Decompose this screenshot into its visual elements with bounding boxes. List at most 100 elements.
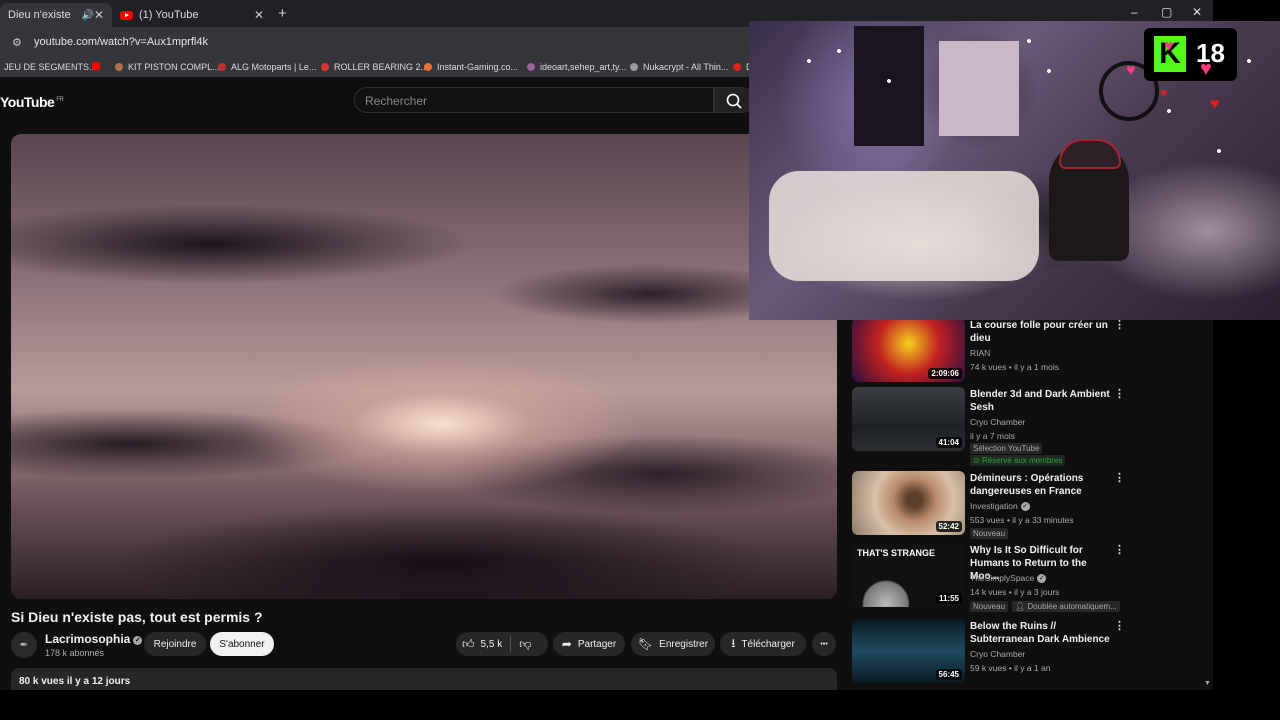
new-badge: Nouveau — [970, 601, 1009, 612]
close-window-button[interactable]: ✕ — [1192, 5, 1202, 19]
rec-meta: 59 k vues • il y a 1 an — [970, 663, 1051, 673]
rec-channel[interactable]: Investigation ✓ — [970, 501, 1030, 511]
rec-channel[interactable]: TheSimplySpace ✓ — [970, 573, 1047, 583]
bookmark-item[interactable]: Instant-Gaming.co... — [424, 62, 518, 72]
video-title: Si Dieu n'existe pas, tout est permis ? — [11, 609, 263, 625]
site-info-icon[interactable]: ⚙ — [12, 36, 22, 49]
more-options-icon[interactable]: ⋮ — [1114, 471, 1125, 484]
bookmark-favicon-icon — [424, 63, 432, 71]
more-options-icon[interactable]: ⋮ — [1114, 619, 1125, 632]
viewer-counter: K 18 — [1144, 28, 1237, 81]
rec-channel[interactable]: RIAN — [970, 348, 990, 358]
bookmark-item[interactable]: ROLLER BEARING 2... — [321, 62, 428, 72]
members-only-badge: ⊙ Réservé aux membres — [970, 455, 1066, 466]
more-actions-button[interactable]: ••• — [812, 632, 836, 656]
heart-icon: ♥ — [1164, 38, 1174, 55]
duration-badge: 52:42 — [935, 521, 962, 532]
rec-channel[interactable]: Cryo Chamber — [970, 417, 1025, 427]
rec-title[interactable]: Below the Ruins // Subterranean Dark Amb… — [970, 620, 1110, 646]
bookmark-item[interactable]: ideoart,sehep_art,ty... — [527, 62, 626, 72]
search-input[interactable]: Rechercher — [354, 87, 714, 113]
bookmark-favicon-icon — [527, 63, 535, 71]
bookmark-item[interactable]: JEU DE SEGMENTS... — [4, 62, 97, 72]
download-icon: ⭳ — [731, 635, 736, 650]
bookmark-favicon-icon — [630, 63, 638, 71]
join-button[interactable]: Rejoindre — [144, 632, 206, 656]
tab-title: (1) YouTube — [139, 9, 199, 21]
share-icon: ➦ — [561, 637, 572, 651]
youtube-bookmark-icon — [92, 62, 100, 70]
rec-meta: 553 vues • il y a 33 minutes — [970, 515, 1074, 525]
speaker-icon[interactable]: 🔊 — [81, 10, 93, 21]
description-box[interactable]: 80 k vues il y a 12 jours — [11, 668, 837, 690]
dubbed-icon: 👤︎ — [1015, 602, 1028, 611]
auto-dubbed-badge: 👤︎ Doublée automatiquem... — [1012, 601, 1120, 612]
channel-avatar[interactable]: ✒ — [11, 632, 37, 658]
tab-active[interactable]: Dieu n'existe pas, tout 🔊 ✕ — [0, 3, 112, 27]
maximize-button[interactable]: ▢ — [1161, 5, 1172, 19]
youtube-logo[interactable]: YouTube FR — [0, 94, 64, 110]
thumbs-up-icon: 👍︎ — [462, 636, 475, 651]
heart-icon: ♥ — [1200, 58, 1212, 80]
new-badge: Nouveau — [970, 528, 1009, 539]
rec-meta: 14 k vues • il y a 3 jours — [970, 587, 1060, 597]
rec-title[interactable]: Démineurs : Opérations dangereuses en Fr… — [970, 472, 1110, 498]
channel-name[interactable]: Lacrimosophia ✓ — [45, 632, 143, 646]
rec-badge: Sélection YouTube — [970, 443, 1043, 454]
save-button[interactable]: 🔖︎ Enregistrer — [631, 632, 715, 656]
dislike-button[interactable]: 👎︎ — [519, 637, 531, 652]
video-thumbnail[interactable]: 52:42 — [852, 471, 965, 535]
verified-icon: ✓ — [1020, 502, 1030, 511]
bookmark-item[interactable]: ALG Motoparts | Le... — [218, 62, 316, 72]
members-icon: ⊙ — [973, 456, 982, 465]
close-tab-icon[interactable]: ✕ — [94, 8, 104, 22]
subscribe-button[interactable]: S'abonner — [210, 632, 274, 656]
bookmark-favicon-icon — [218, 63, 226, 71]
youtube-favicon-icon — [120, 10, 133, 20]
views-date: 80 k vues il y a 12 jours — [19, 676, 131, 687]
more-options-icon[interactable]: ⋮ — [1114, 543, 1125, 556]
rec-title[interactable]: La course folle pour créer un dieu — [970, 319, 1110, 345]
thumbnail-text: THAT'S STRANGE — [857, 548, 935, 558]
bookmark-item[interactable]: KIT PISTON COMPL... — [115, 62, 220, 72]
minimize-button[interactable]: – — [1131, 5, 1138, 19]
duration-badge: 41:04 — [935, 437, 962, 448]
new-tab-button[interactable]: + — [278, 5, 287, 22]
rec-channel[interactable]: Cryo Chamber — [970, 649, 1025, 659]
heart-icon: ♥ — [1160, 86, 1168, 100]
bookmark-favicon-icon — [321, 63, 329, 71]
close-tab-icon[interactable]: ✕ — [254, 8, 264, 22]
video-thumbnail[interactable]: 56:45 — [852, 619, 965, 683]
bookmark-item[interactable] — [92, 62, 105, 70]
download-button[interactable]: ⭳ Télécharger — [720, 632, 806, 656]
duration-badge: 11:55 — [935, 593, 962, 604]
bookmark-favicon-icon — [733, 63, 741, 71]
verified-icon: ✓ — [133, 636, 143, 645]
heart-icon: ♥ — [1210, 96, 1220, 113]
bookmark-item[interactable]: Nukacrypt - All Thin... — [630, 62, 728, 72]
like-dislike-group: 👍︎ 5,5 k 👎︎ — [456, 632, 548, 656]
video-thumbnail[interactable]: THAT'S STRANGE 11:55 — [852, 543, 965, 607]
rec-meta: 74 k vues • il y a 1 mois — [970, 362, 1059, 372]
subscriber-count: 178 k abonnés — [45, 648, 105, 658]
rec-meta: il y a 7 mois — [970, 431, 1015, 441]
bookmark-favicon-icon — [115, 63, 123, 71]
heart-icon: ♥ — [1126, 62, 1136, 79]
divider — [510, 636, 512, 652]
scroll-down-icon[interactable]: ▼ — [1204, 680, 1211, 687]
video-player[interactable] — [11, 134, 837, 599]
url-field[interactable]: youtube.com/watch?v=Aux1mprfl4k — [34, 36, 208, 48]
like-button[interactable]: 👍︎ 5,5 k — [462, 637, 502, 652]
rec-title[interactable]: Blender 3d and Dark Ambient Sesh — [970, 388, 1110, 414]
duration-badge: 56:45 — [935, 669, 962, 680]
tab-youtube[interactable]: (1) YouTube ✕ — [112, 3, 272, 27]
video-thumbnail[interactable]: 2:09:06 — [852, 318, 965, 382]
video-thumbnail[interactable]: 41:04 — [852, 387, 965, 451]
search-button[interactable] — [714, 87, 754, 113]
more-options-icon[interactable]: ⋮ — [1114, 387, 1125, 400]
bookmark-icon: 🔖︎ — [637, 637, 654, 651]
thumbs-down-icon: 👎︎ — [519, 636, 532, 651]
verified-icon: ✓ — [1037, 574, 1047, 583]
duration-badge: 2:09:06 — [928, 368, 962, 379]
share-button[interactable]: ➦ Partager — [553, 632, 625, 656]
